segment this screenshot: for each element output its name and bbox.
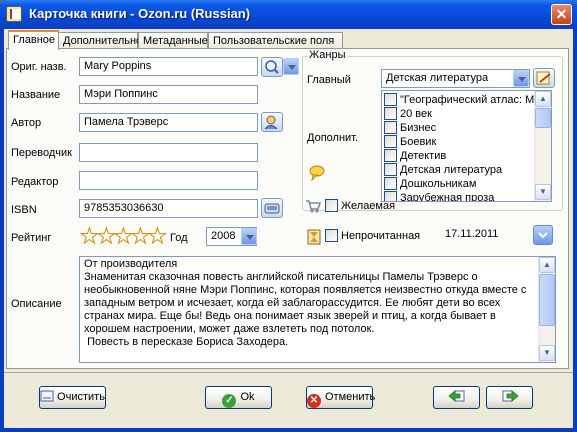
title-bar[interactable]: Карточка книги - Ozon.ru (Russian) ✕	[0, 0, 577, 29]
hourglass-icon	[307, 229, 321, 245]
scroll-down-icon[interactable]: ▼	[539, 345, 555, 361]
title-input[interactable]: Мэри Поппинс	[79, 85, 258, 104]
rating-star-1[interactable]: ★	[80, 226, 100, 248]
rating-stars[interactable]: ★ ★ ★ ★ ★	[80, 226, 168, 249]
genre-option[interactable]: Боевик	[384, 135, 436, 149]
rating-star-4[interactable]: ★	[131, 226, 151, 248]
genre-checkbox[interactable]	[384, 177, 397, 190]
window-client: Главное Дополнительно Метаданные Пользов…	[4, 29, 573, 428]
rating-label: Рейтинг	[11, 232, 52, 244]
unread-label: Непрочитанная	[341, 230, 421, 242]
description-text: От производителя Знаменитая сказочная по…	[84, 258, 527, 348]
genre-checkbox[interactable]	[384, 163, 397, 176]
genre-option[interactable]: Детектив	[384, 149, 446, 163]
tab-additional[interactable]: Дополнительно	[58, 32, 142, 49]
wanted-label: Желаемая	[341, 200, 396, 212]
tab-main[interactable]: Главное	[8, 30, 59, 50]
orig-title-input[interactable]: Mary Poppins	[79, 57, 258, 76]
genre-checkbox[interactable]	[384, 149, 397, 162]
unread-checkbox[interactable]: Непрочитанная	[325, 229, 420, 242]
ok-button[interactable]: ✓ Ok	[205, 386, 272, 409]
genre-main-dropdown[interactable]	[513, 70, 529, 87]
barcode-scanner-icon	[264, 203, 280, 214]
genre-checkbox[interactable]	[384, 107, 397, 120]
genre-main-select[interactable]: Детская литература	[381, 69, 530, 88]
check-icon: ✓	[222, 394, 237, 408]
isbn-input[interactable]: 9785353036630	[79, 199, 258, 218]
clear-label: Очистить	[57, 391, 105, 403]
scroll-up-icon[interactable]: ▲	[539, 257, 555, 273]
clear-button[interactable]: Очистить	[39, 386, 106, 409]
edit-list-icon	[536, 71, 551, 85]
next-record-button[interactable]	[486, 386, 533, 409]
genre-checkbox[interactable]	[384, 121, 397, 134]
editor-label: Редактор	[11, 176, 59, 188]
rating-star-2[interactable]: ★	[97, 226, 117, 248]
scroll-thumb[interactable]	[539, 274, 555, 326]
author-input[interactable]: Памела Трэверс	[79, 113, 258, 132]
book-card-window: Карточка книги - Ozon.ru (Russian) ✕ Гла…	[0, 0, 577, 432]
rating-star-5[interactable]: ★	[148, 226, 168, 248]
genre-checkbox[interactable]	[384, 93, 397, 106]
orig-title-label: Ориг. назв.	[11, 61, 67, 73]
cart-icon	[306, 200, 321, 213]
description-label: Описание	[11, 298, 62, 310]
close-button[interactable]: ✕	[551, 4, 572, 25]
genre-list-scrollbar[interactable]: ▲ ▼	[534, 91, 551, 201]
eraser-icon	[40, 390, 54, 402]
genre-main-label: Главный	[307, 74, 351, 86]
rating-star-3[interactable]: ★	[114, 226, 134, 248]
genre-option[interactable]: Детская литература	[384, 163, 502, 177]
editor-input[interactable]	[79, 171, 258, 190]
unread-checkbox-box[interactable]	[325, 229, 338, 242]
genre-option[interactable]: 20 век	[384, 107, 432, 121]
author-lookup-button[interactable]	[261, 112, 283, 132]
author-label: Автор	[11, 117, 42, 129]
cancel-icon: ✕	[307, 394, 321, 408]
search-original-button[interactable]	[261, 57, 283, 77]
genre-extra-label: Дополнит.	[307, 132, 359, 144]
date-picker-button[interactable]	[533, 225, 553, 245]
year-dropdown[interactable]	[241, 228, 257, 245]
previous-record-button[interactable]	[433, 386, 480, 409]
person-search-icon	[264, 115, 278, 130]
book-icon	[6, 6, 22, 22]
title-label: Название	[11, 89, 61, 101]
description-scrollbar[interactable]: ▲ ▼	[538, 257, 555, 362]
genres-group-title: Жанры	[307, 49, 348, 61]
genre-option[interactable]: Зарубежная проза	[384, 191, 494, 201]
magnifier-icon	[265, 60, 279, 74]
ok-label: Ok	[240, 391, 255, 403]
genre-option[interactable]: Бизнес	[384, 121, 436, 135]
genre-checkbox[interactable]	[384, 135, 397, 148]
genre-extra-list[interactable]: "Географический атлас: Мир и 20 век Бизн…	[381, 90, 552, 202]
genre-option[interactable]: "Географический атлас: Мир и	[384, 93, 551, 107]
genre-edit-button[interactable]	[533, 68, 555, 88]
wanted-checkbox[interactable]: Желаемая	[325, 199, 395, 212]
scroll-up-icon[interactable]: ▲	[535, 91, 551, 107]
isbn-scan-button[interactable]	[261, 198, 283, 218]
chevron-down-icon	[538, 232, 548, 239]
cancel-label: Отменить	[325, 391, 376, 403]
isbn-label: ISBN	[11, 204, 37, 216]
translator-label: Переводчик	[11, 147, 72, 159]
button-bar-separator	[4, 372, 573, 373]
description-textarea[interactable]: От производителя Знаменитая сказочная по…	[79, 256, 556, 363]
tab-custom-fields[interactable]: Пользовательские поля	[208, 32, 343, 49]
translator-input[interactable]	[79, 143, 258, 162]
genre-option[interactable]: Дошкольникам	[384, 177, 476, 191]
year-label: Год	[170, 232, 188, 244]
speech-bubble-icon	[309, 165, 325, 181]
read-date-input[interactable]: 17.11.2011	[440, 225, 540, 244]
window-title: Карточка книги - Ozon.ru (Russian)	[29, 6, 251, 21]
tab-metadata[interactable]: Метаданные	[138, 32, 208, 49]
scroll-down-icon[interactable]: ▼	[535, 184, 551, 200]
wanted-checkbox-box[interactable]	[325, 199, 338, 212]
cancel-button[interactable]: ✕ Отменить	[306, 386, 376, 409]
scroll-thumb[interactable]	[535, 108, 551, 128]
arrow-left-icon	[447, 390, 464, 402]
search-options-dropdown[interactable]	[283, 58, 299, 75]
arrow-right-icon	[502, 390, 519, 402]
main-tab-panel: Ориг. назв. Mary Poppins Название Мэри П…	[6, 48, 569, 369]
